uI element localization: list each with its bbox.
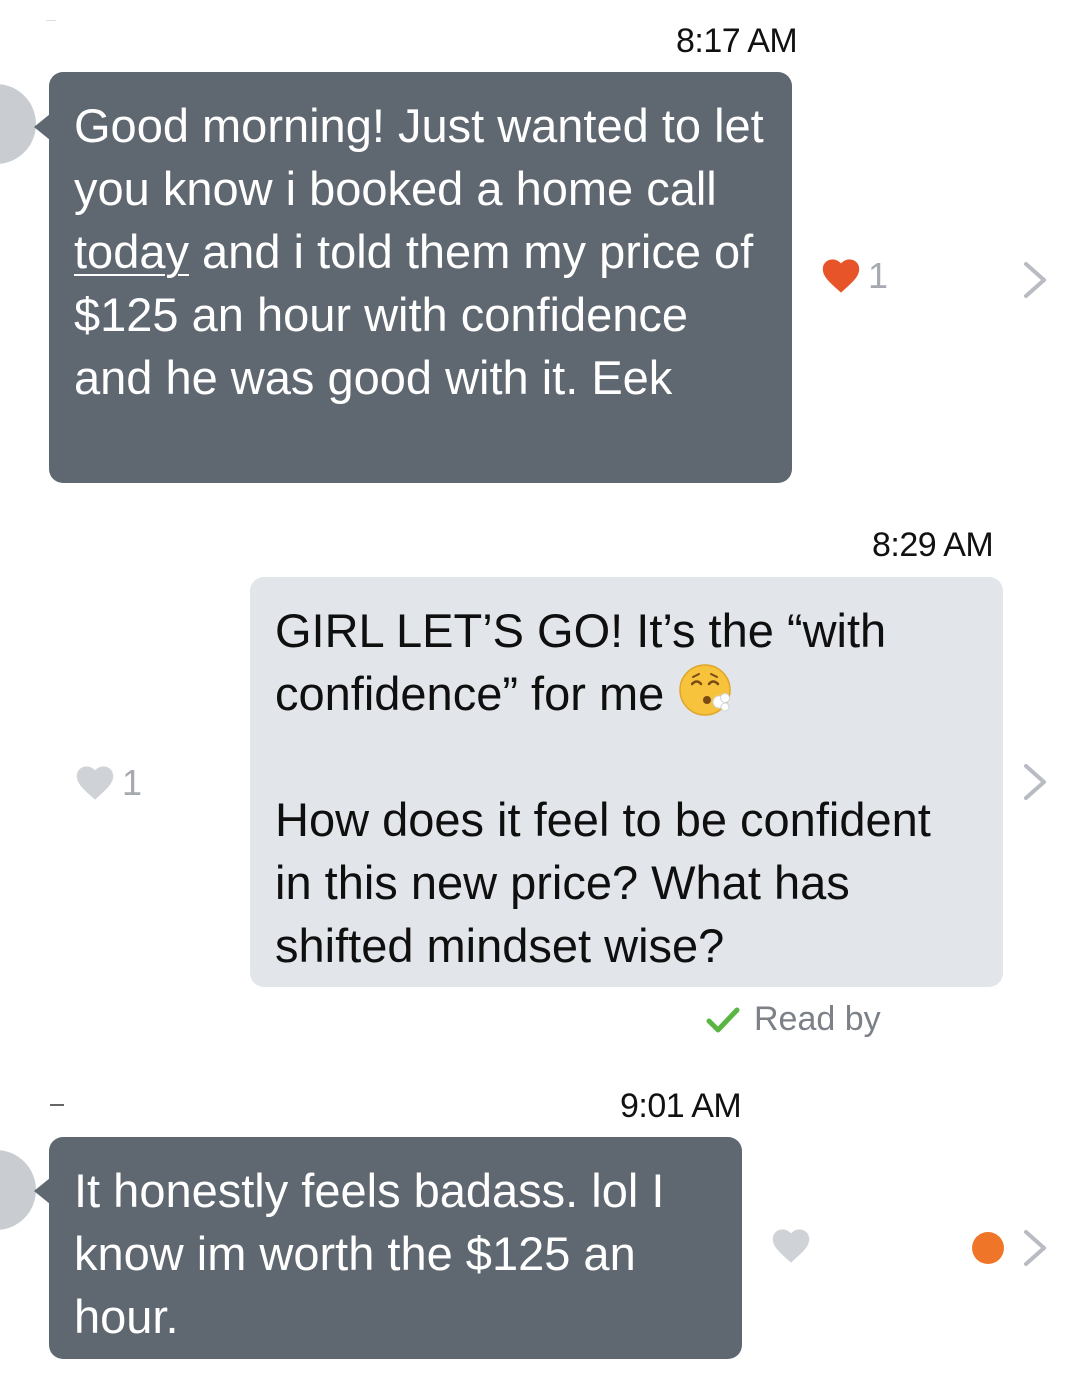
unread-indicator bbox=[972, 1232, 1004, 1264]
message-timestamp: 8:29 AM bbox=[872, 526, 994, 564]
bubble-tail bbox=[34, 114, 50, 140]
chevron-right-icon[interactable] bbox=[1020, 1226, 1050, 1270]
heart-icon bbox=[822, 259, 860, 293]
face-exhaling-emoji bbox=[679, 664, 732, 716]
message-bubble-outgoing[interactable]: GIRL LET’S GO! It’s the “with confidence… bbox=[250, 577, 1003, 987]
checkmark-icon bbox=[706, 1007, 740, 1032]
chevron-right-icon[interactable] bbox=[1020, 760, 1050, 804]
message-bubble-incoming[interactable]: It honestly feels badass. lol I know im … bbox=[49, 1137, 742, 1359]
read-receipt: Read by bbox=[706, 1000, 881, 1039]
divider-mark bbox=[50, 1104, 64, 1106]
avatar[interactable] bbox=[0, 84, 36, 164]
reaction-count: 1 bbox=[868, 255, 889, 296]
message-bubble-incoming[interactable]: Good morning! Just wanted to let you kno… bbox=[49, 72, 792, 483]
reaction-like[interactable] bbox=[772, 1228, 810, 1264]
message-text: It honestly feels badass. lol I know im … bbox=[74, 1164, 678, 1343]
reaction-count: 1 bbox=[122, 762, 143, 803]
message-timestamp: 8:17 AM bbox=[676, 22, 798, 60]
heart-icon bbox=[772, 1229, 810, 1263]
reaction-like[interactable]: 1 bbox=[76, 762, 142, 804]
bubble-tail bbox=[34, 1178, 50, 1204]
message-timestamp: 9:01 AM bbox=[620, 1087, 742, 1125]
message-link-today[interactable]: today bbox=[74, 225, 189, 278]
chevron-right-icon[interactable] bbox=[1020, 258, 1050, 302]
read-receipt-label: Read by bbox=[754, 1000, 881, 1038]
reaction-like[interactable]: 1 bbox=[822, 255, 888, 297]
message-text: How does it feel to be confident in this… bbox=[275, 793, 944, 972]
message-text: Good morning! Just wanted to let you kno… bbox=[74, 99, 777, 215]
heart-icon bbox=[76, 766, 114, 800]
message-text: GIRL LET’S GO! It’s the “with confidence… bbox=[275, 604, 900, 720]
avatar[interactable] bbox=[0, 1150, 36, 1230]
divider-mark bbox=[46, 20, 56, 21]
